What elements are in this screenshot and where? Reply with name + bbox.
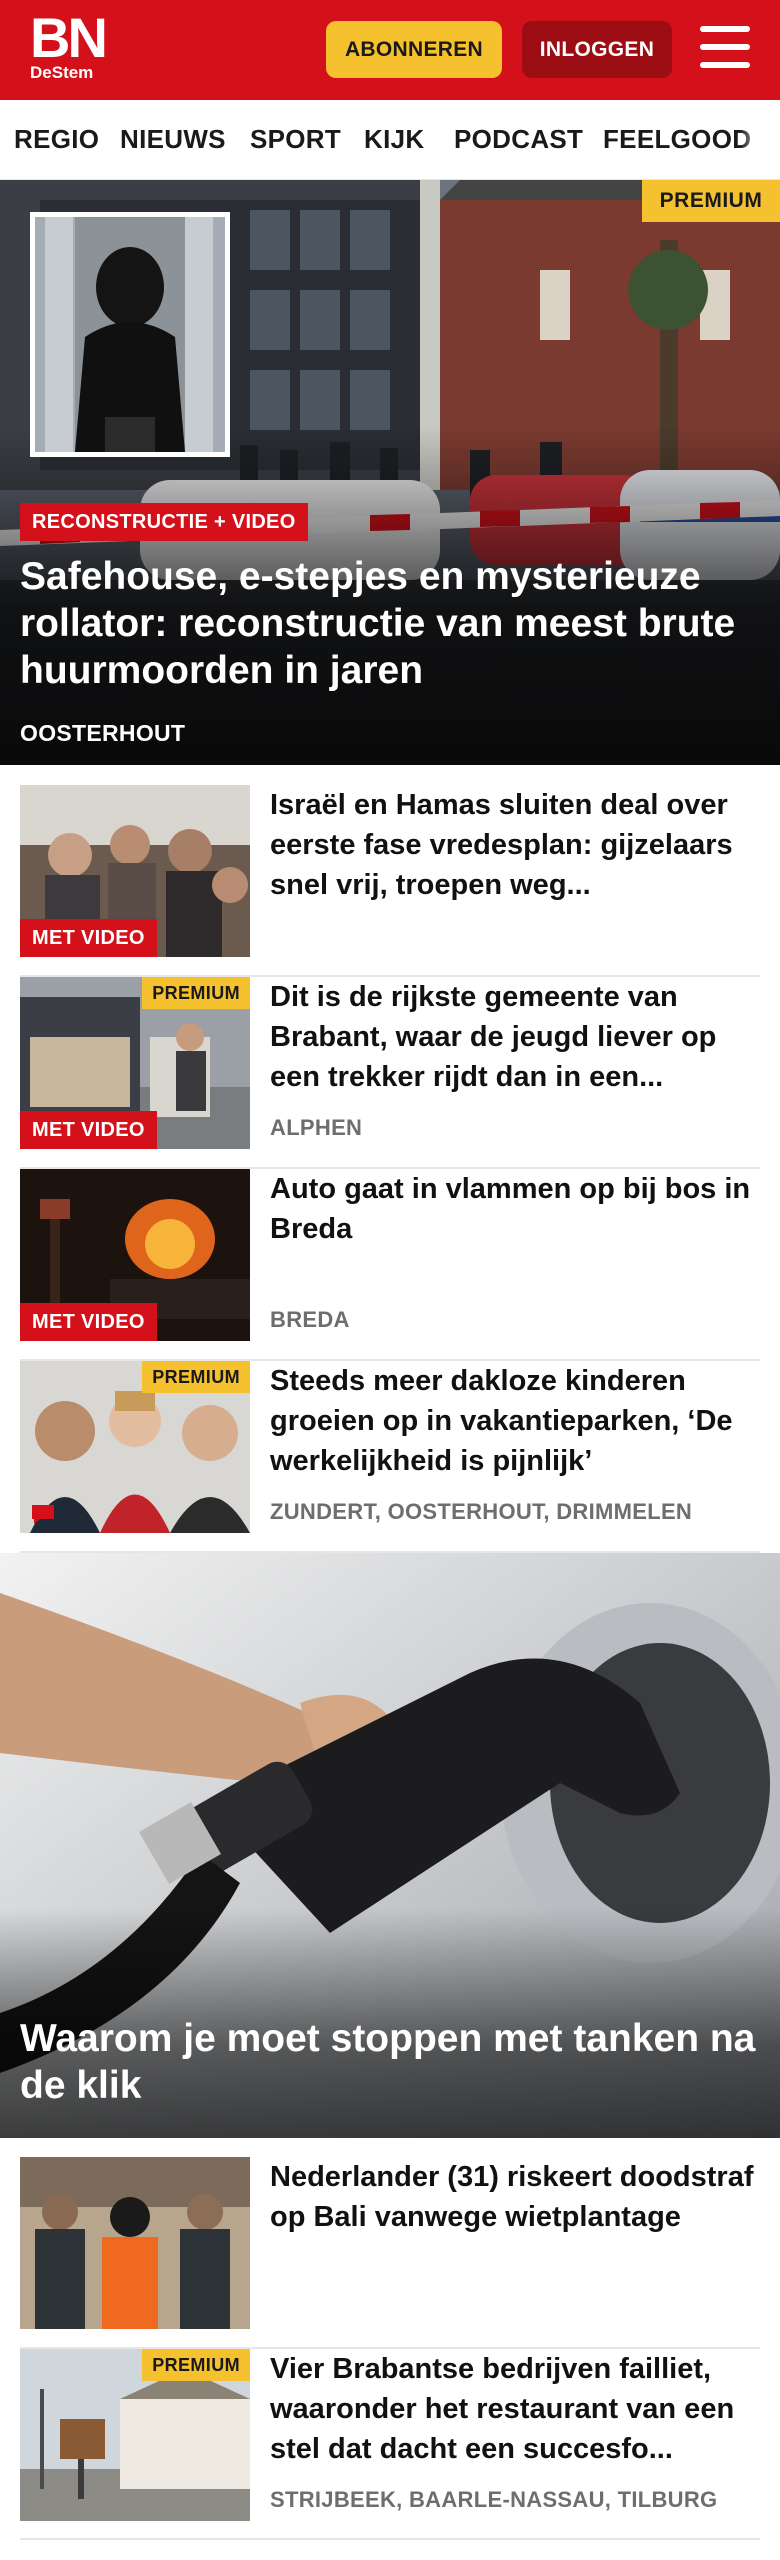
login-button[interactable]: INLOGGEN (522, 21, 672, 78)
premium-badge: PREMIUM (142, 2349, 250, 2381)
hero-location: OOSTERHOUT (20, 720, 186, 746)
article-thumbnail: PREMIUM MET VIDEO (20, 977, 250, 1149)
section-nav: REGIO NIEUWS SPORT KIJK PODCAST FEELGOOD… (0, 100, 780, 180)
article-item[interactable]: PREMIUM Vier Brabantse bedrijven faillie… (20, 2349, 760, 2540)
nav-item-regio[interactable]: REGIO (14, 124, 99, 155)
article-thumbnail: PREMIUM (20, 2349, 250, 2521)
logo-main: BN (30, 6, 108, 69)
article-item[interactable]: MET VIDEO Auto gaat in vlammen op bij bo… (20, 1169, 760, 1361)
article-title[interactable]: Israël en Hamas sluiten deal over eerste… (270, 785, 760, 905)
article-thumbnail: MET VIDEO (20, 785, 250, 957)
subscribe-button[interactable]: ABONNEREN (326, 21, 502, 78)
nav-item-nieuws[interactable]: NIEUWS (120, 124, 226, 155)
article-location: STRIJBEEK, BAARLE-NASSAU, TILBURG (270, 2487, 718, 2512)
premium-badge: PREMIUM (642, 180, 780, 222)
article-title[interactable]: Dit is de rijkste gemeente van Brabant, … (270, 977, 760, 1097)
article-item[interactable]: MET VIDEO Israël en Hamas sluiten deal o… (20, 785, 760, 977)
site-header: BN DeStem ABONNEREN INLOGGEN (0, 0, 780, 100)
article-title[interactable]: Steeds meer dakloze kinderen groeien op … (270, 1361, 760, 1481)
hero-inset-photo (30, 212, 230, 457)
video-badge: MET VIDEO (20, 1303, 157, 1341)
nav-item-podcast[interactable]: PODCAST (454, 124, 583, 155)
nav-item-sport[interactable]: SPORT (250, 124, 341, 155)
hero-article[interactable]: PREMIUM RECONSTRUCTIE + VIDEO Safehouse,… (0, 180, 780, 765)
article-location: BREDA (270, 1307, 350, 1332)
article-item[interactable]: PREMIUM Steeds meer dakloze kinderen gro… (20, 1361, 760, 1553)
premium-badge: PREMIUM (142, 1361, 250, 1393)
site-logo[interactable]: BN DeStem (30, 6, 110, 82)
article-item[interactable]: Nederlander (31) riskeert doodstraf op B… (20, 2157, 760, 2349)
article-title[interactable]: Auto gaat in vlammen op bij bos in Breda (270, 1169, 760, 1249)
nav-item-kijk[interactable]: KIJK (364, 124, 424, 155)
video-badge: MET VIDEO (20, 919, 157, 957)
hero-title[interactable]: Safehouse, e-stepjes en mysterieuze roll… (20, 553, 760, 694)
article-title[interactable]: Vier Brabantse bedrijven failliet, waaro… (270, 2349, 760, 2469)
feature-article[interactable]: Waarom je moet stoppen met tanken na de … (0, 1553, 780, 2138)
article-thumbnail: MET VIDEO (20, 1169, 250, 1341)
article-title[interactable]: Nederlander (31) riskeert doodstraf op B… (270, 2157, 760, 2237)
feature-title[interactable]: Waarom je moet stoppen met tanken na de … (20, 2015, 760, 2109)
video-badge: MET VIDEO (20, 1111, 157, 1149)
article-thumbnail (20, 2157, 250, 2329)
comment-icon (32, 1505, 54, 1524)
article-location: ZUNDERT, OOSTERHOUT, DRIMMELEN (270, 1499, 693, 1524)
article-thumbnail: PREMIUM (20, 1361, 250, 1533)
menu-icon[interactable] (700, 26, 750, 70)
article-item[interactable]: PREMIUM MET VIDEO Dit is de rijkste geme… (20, 977, 760, 1169)
nav-item-feelgood[interactable]: FEELGOOD (603, 124, 751, 155)
nav-fade (740, 100, 780, 179)
premium-badge: PREMIUM (142, 977, 250, 1009)
hero-tag: RECONSTRUCTIE + VIDEO (20, 503, 308, 541)
article-location: ALPHEN (270, 1115, 363, 1140)
